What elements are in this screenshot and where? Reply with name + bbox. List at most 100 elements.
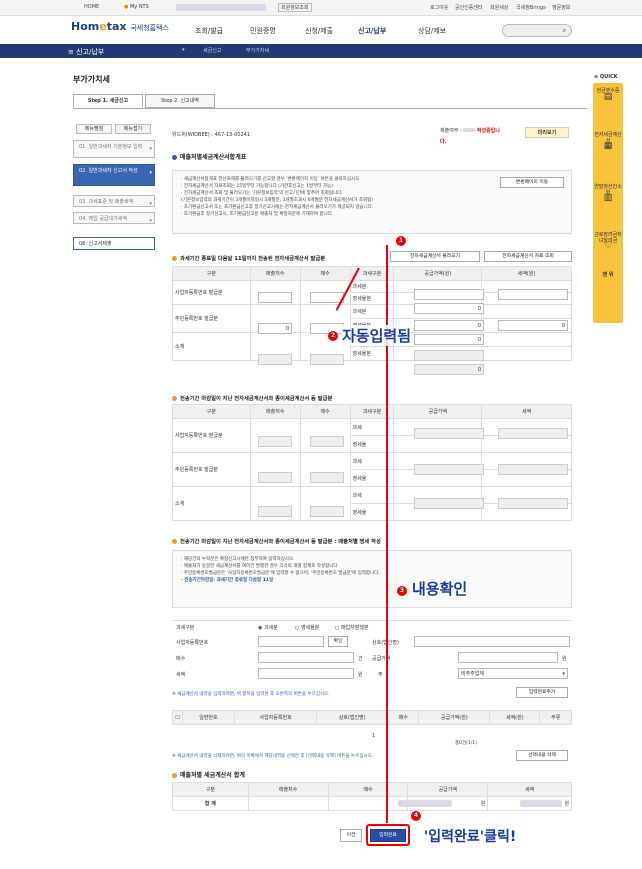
side-step-2[interactable]: 02. 일반과세자 신고서 작성 ▾	[73, 164, 155, 186]
section1-title: 매출처별세금계산서합계표	[172, 152, 246, 161]
s3-r1-supply	[414, 428, 484, 439]
load-einvoice-button[interactable]: 전자세금계산서 불러오기	[390, 251, 480, 262]
chevron-down-icon[interactable]: ▾	[182, 47, 185, 53]
s2-r2-sheets[interactable]	[310, 323, 344, 334]
s2-r2-supply-tax[interactable]: 0	[414, 320, 484, 331]
nav-certificate[interactable]: 민원증명	[250, 26, 276, 36]
convert-page-button[interactable]: 변환페이지 이동	[500, 177, 564, 188]
link-3[interactable]: 회원세상	[490, 4, 508, 11]
tab-divider	[73, 108, 587, 109]
receipt-icon: ▤	[603, 91, 613, 102]
s2-r2-supply-zero[interactable]: 0	[414, 334, 484, 345]
bizno-input[interactable]	[258, 636, 324, 647]
home-link[interactable]: HOME	[84, 4, 99, 10]
s3-r1-count	[258, 436, 292, 447]
side-step-3[interactable]: 03. 과세표준 및 매출세액 ▾	[73, 195, 155, 207]
entry-list-table: ☐ 일련번호 사업자등록번호 상호(법인명) 매수 공급가액(원) 세액(원) …	[172, 710, 572, 725]
preview-button[interactable]: 미리보기	[525, 127, 569, 138]
s2-sum-supply-tax	[414, 350, 484, 361]
quick-year-end[interactable]: 연말정산간소화 ▥	[593, 184, 623, 202]
count-input[interactable]	[258, 652, 354, 663]
select-all-checkbox[interactable]: ☐	[175, 715, 179, 721]
side-step-1[interactable]: 01. 일반과세자 기본정보 입력 ▾	[73, 140, 155, 158]
complete-input-button[interactable]: 입력완료	[370, 829, 406, 842]
radio-taxable[interactable]: ◉ 과세분	[258, 624, 278, 631]
section2-title: 과세기간 종료일 다음달 11일까지 전송된 전자세금계산서 발급분	[172, 254, 325, 262]
tax-label: 세액	[176, 672, 186, 678]
hint-add: ※ 세금계산서 내역을 입력하려면, 위 항목을 입력한 후 오른쪽의 버튼을 …	[172, 692, 330, 697]
company-type-select[interactable]: 비주주업체 ▾	[458, 668, 568, 679]
s3-sum-sheets	[310, 506, 344, 517]
menu-expand-button[interactable]: 메뉴펼침	[76, 124, 112, 134]
cert-center-link[interactable]: 공인인증센터	[455, 4, 483, 11]
hometax-logo[interactable]: Hometax 국세청홈택스	[71, 20, 169, 33]
quick-incentive[interactable]: 근로장려금자녀장려금 ♡	[593, 232, 623, 250]
quick-menu: 현금영수증 ▤ 전자세금계산서 ▦ 연말정산간소화 ▥ 근로장려금자녀장려금 ♡ 맨 위	[593, 83, 623, 323]
menu-collapse-button[interactable]: 메뉴접기	[115, 124, 151, 134]
nav-apply[interactable]: 신청/제출	[305, 26, 333, 36]
nav-report-pay[interactable]: 신고/납부	[358, 26, 386, 36]
supply-input[interactable]	[458, 652, 558, 663]
annotation-check-content: 내용확인	[412, 578, 468, 599]
s3-sum-tax	[498, 498, 568, 509]
section4-title: 전송기간 마감일이 지난 전자세금계산서와 종이세금계산서 등 발급분 : 매출…	[172, 537, 381, 545]
supply-unit: 원	[562, 656, 567, 662]
delete-selected-button[interactable]: 선택내용 삭제	[516, 750, 568, 761]
page-number[interactable]: 1	[372, 733, 375, 739]
s2-r2-tax[interactable]: 0	[498, 320, 568, 331]
breadcrumb-tax-report[interactable]: 세금신고	[203, 47, 221, 54]
s2-r2-count[interactable]: 0	[258, 323, 292, 334]
hint-delete: ※ 세금계산서 내역을 삭제하려면, 위의 목록에서 해당내역을 선택한 후 […	[172, 754, 374, 759]
s2-r1-supply-zero[interactable]: 0	[414, 303, 484, 314]
tax-unit: 원	[358, 672, 363, 678]
annotation-click-done: '입력완료'클릭!	[424, 829, 517, 845]
submission-status: 제출여부 : 작성중입니다.	[440, 128, 500, 145]
tax-input[interactable]	[258, 668, 354, 679]
blurred-supply	[398, 800, 452, 807]
tab-step1[interactable]: Step 1. 세금신고	[73, 94, 143, 108]
link-4[interactable]: 국세청Brings·	[516, 4, 547, 11]
search-input[interactable]: ⌕	[502, 24, 572, 37]
add-entry-button[interactable]: 입력완료추가	[516, 687, 568, 698]
s3-r2-supply	[414, 464, 484, 475]
quick-top[interactable]: 맨 위	[593, 272, 623, 279]
side-step-5[interactable]: 08. 신고서제출	[73, 237, 155, 250]
s2-sum-count	[258, 354, 292, 365]
bizno-confirm-button[interactable]: 확인	[328, 636, 348, 647]
annotation-badge-2: 2	[328, 331, 338, 341]
quick-einvoice[interactable]: 전자세금계산서 ▦	[593, 132, 623, 151]
section3-title: 전송기간 마감일이 지난 전자세금계산서와 종이세금계산서 등 발급분	[172, 394, 332, 402]
member-info-button[interactable]: 회원정보조회	[278, 3, 312, 12]
breadcrumb-vat[interactable]: 부가가치세	[246, 47, 269, 54]
quick-cash-receipt[interactable]: 현금영수증 ▤	[593, 88, 623, 102]
s3-sum-supply	[414, 498, 484, 509]
form-divider	[172, 620, 572, 621]
logout-link[interactable]: 로그아웃	[430, 4, 448, 11]
side-step-4[interactable]: 04. 매입 공급대가세액 ▾	[73, 212, 155, 224]
current-menu[interactable]: ≡ 신고/납부	[68, 47, 104, 57]
business-number: 위드위(WIDBEE) : 467-13-00241	[172, 132, 251, 138]
quick-menu-title: ≡ QUICK	[594, 74, 618, 80]
radio-zero-rate[interactable]: ○ 영세율분	[295, 624, 319, 631]
radio-buyer-issued[interactable]: ○ 매입자발행분	[335, 624, 369, 631]
query-einvoice-button[interactable]: 전자세금계산서 자료 조회	[484, 251, 572, 262]
s2-r1-supply-tax[interactable]	[414, 289, 484, 300]
s2-r1-count[interactable]	[258, 292, 292, 303]
prev-button[interactable]: 이전	[340, 829, 362, 842]
search-icon[interactable]: ⌕	[563, 27, 566, 35]
company-input[interactable]	[414, 636, 570, 647]
total-count: 총0건(1/1)	[455, 741, 477, 746]
nav-consult[interactable]: 상담/제보	[418, 26, 446, 36]
tab-step2[interactable]: Step 2. 신고내역	[145, 94, 215, 108]
section5-title: 매출처별 세금계산서 합계	[172, 770, 245, 779]
s2-r1-tax[interactable]	[498, 289, 568, 300]
annotation-badge-4: 4	[411, 811, 421, 821]
mynts-link[interactable]: ● My NTS	[124, 4, 149, 10]
blurred-tax	[520, 800, 562, 807]
s2-sum-sheets	[310, 354, 344, 365]
invoice-icon: ▦	[603, 141, 613, 151]
s3-r2-tax	[498, 464, 568, 475]
s3-r2-sheets	[310, 472, 344, 483]
english-link[interactable]: 영문정보	[552, 4, 570, 11]
nav-inquiry[interactable]: 조회/발급	[195, 26, 223, 36]
